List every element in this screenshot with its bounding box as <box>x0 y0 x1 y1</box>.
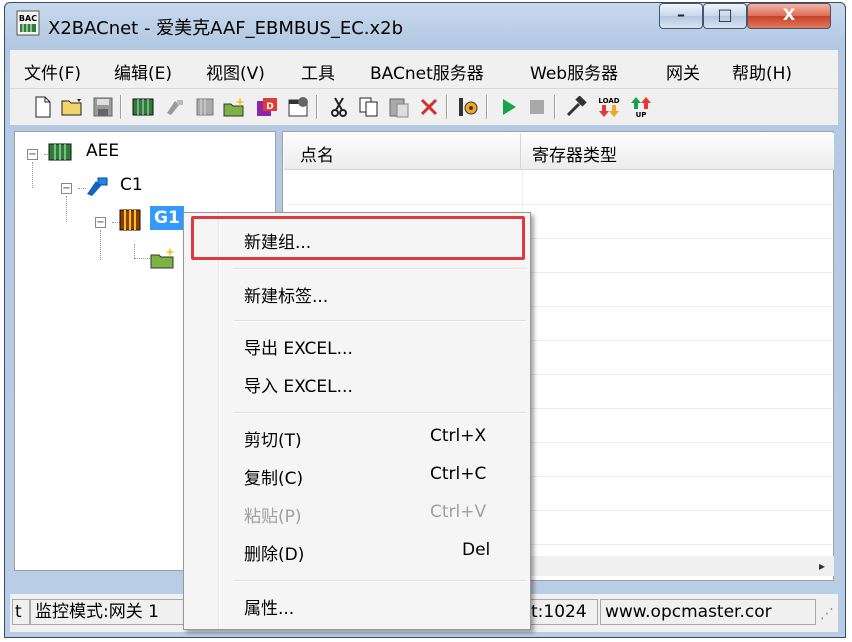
run-icon[interactable] <box>496 94 522 120</box>
tools-icon[interactable] <box>456 94 482 120</box>
save-icon[interactable] <box>90 94 116 120</box>
status-mode: 监控模式:网关 1 <box>30 599 190 625</box>
shortcut-delete: Del <box>462 540 491 560</box>
tree-expander-root[interactable]: − <box>27 149 38 160</box>
tree-node-channel[interactable]: C1 <box>120 175 143 195</box>
menu-edit[interactable]: 编辑(E) <box>114 59 172 84</box>
window-title: X2BACnet - 爱美克AAF_EBMBUS_EC.x2b <box>48 18 404 39</box>
close-button[interactable]: X <box>747 3 831 29</box>
menu-gateway[interactable]: 网关 <box>666 59 700 84</box>
tree-expander-group[interactable]: − <box>95 217 106 228</box>
toolbar: D LOAD UP <box>10 89 838 125</box>
menu-item-properties[interactable]: 属性... <box>244 594 294 619</box>
channel-icon[interactable] <box>162 94 188 120</box>
menu-bacnet-server[interactable]: BACnet服务器 <box>370 59 484 84</box>
menu-item-import-excel[interactable]: 导入 EXCEL... <box>244 372 353 397</box>
shortcut-paste: Ctrl+V <box>430 502 487 522</box>
menu-item-copy[interactable]: 复制(C) <box>244 464 303 489</box>
shortcut-cut: Ctrl+X <box>430 426 487 446</box>
tree-node-group-selected[interactable]: G1 <box>150 206 184 230</box>
channel-icon <box>84 176 110 203</box>
group-icon <box>118 208 144 237</box>
open-folder-icon[interactable] <box>60 94 86 120</box>
status-stub: t <box>12 599 30 625</box>
device-icon[interactable] <box>130 94 156 120</box>
menubar: 文件(F) 编辑(E) 视图(V) 工具 BACnet服务器 Web服务器 网关… <box>10 50 838 89</box>
menu-item-delete[interactable]: 删除(D) <box>244 540 304 565</box>
svg-text:BAC: BAC <box>19 14 37 23</box>
cut-icon[interactable] <box>326 94 352 120</box>
new-group-icon <box>150 246 178 275</box>
context-menu <box>183 212 531 630</box>
menu-item-cut[interactable]: 剪切(T) <box>244 426 302 451</box>
svg-text:UP: UP <box>636 111 647 119</box>
menu-item-export-excel[interactable]: 导出 EXCEL... <box>244 334 353 359</box>
status-url: www.opcmaster.cor <box>600 599 816 625</box>
maximize-button[interactable]: □ <box>703 3 747 29</box>
copy-icon[interactable] <box>356 94 382 120</box>
tree-node-root[interactable]: AEE <box>86 141 119 161</box>
scroll-right-icon[interactable]: ▸ <box>812 556 832 576</box>
svg-text:LOAD: LOAD <box>598 97 619 105</box>
delete-icon[interactable] <box>416 94 442 120</box>
menu-file[interactable]: 文件(F) <box>24 59 81 84</box>
up-icon[interactable]: UP <box>626 94 656 120</box>
menu-help[interactable]: 帮助(H) <box>732 59 792 84</box>
list-header: 点名 寄存器类型 <box>284 133 834 170</box>
tree-expander-channel[interactable]: − <box>61 183 72 194</box>
resize-grip-icon[interactable]: ⋰ <box>820 606 834 622</box>
menu-view[interactable]: 视图(V) <box>206 59 265 84</box>
load-icon[interactable]: LOAD <box>594 94 624 120</box>
column-point-name[interactable]: 点名 <box>300 141 334 166</box>
paste-icon[interactable] <box>386 94 412 120</box>
column-register-type[interactable]: 寄存器类型 <box>532 141 617 166</box>
properties-icon[interactable] <box>286 94 312 120</box>
stop-icon[interactable] <box>524 94 550 120</box>
device-icon <box>48 142 72 167</box>
group-icon[interactable] <box>192 94 218 120</box>
minimize-icon: – <box>677 5 685 24</box>
menu-web-server[interactable]: Web服务器 <box>530 59 618 84</box>
app-icon: BAC <box>16 10 40 36</box>
menu-item-new-tag[interactable]: 新建标签... <box>244 282 328 307</box>
minimize-button[interactable]: – <box>659 3 703 29</box>
highlight-box <box>191 216 525 260</box>
menu-item-paste: 粘贴(P) <box>244 507 302 527</box>
status-port: t:1024 <box>526 599 598 625</box>
svg-text:D: D <box>266 102 273 112</box>
close-icon: X <box>782 5 796 24</box>
shortcut-copy: Ctrl+C <box>430 464 487 484</box>
hammer-icon[interactable] <box>564 94 590 120</box>
maximize-icon: □ <box>717 5 733 24</box>
new-group-icon[interactable] <box>222 94 248 120</box>
menu-tools[interactable]: 工具 <box>301 59 335 84</box>
tag-icon[interactable]: D <box>254 94 280 120</box>
new-file-icon[interactable] <box>30 94 56 120</box>
